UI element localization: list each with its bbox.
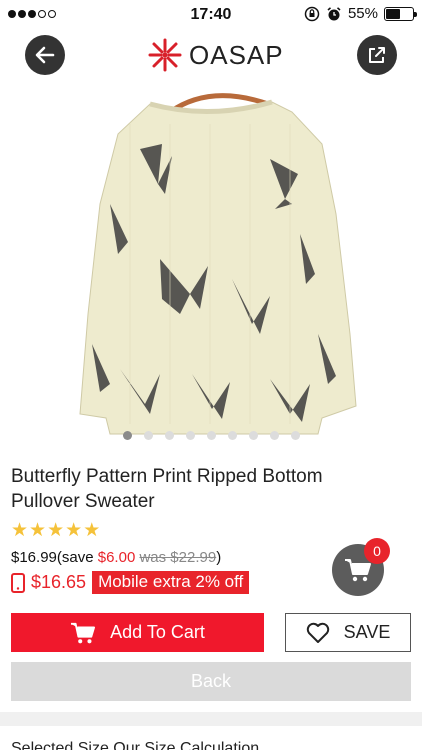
pager-dot[interactable] <box>164 431 174 440</box>
current-price: $16.99 <box>11 549 57 566</box>
mobile-phone-icon <box>11 572 25 593</box>
status-bar: 17:40 55% <box>0 0 422 30</box>
heart-icon <box>306 622 329 643</box>
product-image[interactable] <box>0 84 422 440</box>
section-divider <box>0 712 422 726</box>
pager-dot[interactable] <box>206 431 216 440</box>
battery-percent: 55% <box>347 5 378 22</box>
star-icon: ★ <box>83 520 101 541</box>
pager-dot[interactable] <box>248 431 258 440</box>
was-price: was $22.99 <box>139 549 217 566</box>
cart-count-badge: 0 <box>364 538 390 564</box>
back-arrow-button[interactable] <box>25 35 65 75</box>
star-icon: ★ <box>65 520 83 541</box>
add-to-cart-button[interactable]: Add To Cart <box>11 613 264 652</box>
share-icon <box>369 47 385 63</box>
rating-stars: ★ ★ ★ ★ ★ <box>11 520 100 542</box>
mobile-price: $16.65 <box>31 572 87 592</box>
pager-dot[interactable] <box>290 431 300 440</box>
shopping-cart-icon <box>71 622 96 643</box>
rotation-lock-icon <box>304 6 320 21</box>
share-button[interactable] <box>357 35 397 75</box>
back-button[interactable]: Back <box>11 662 411 701</box>
oasap-logo-icon <box>148 38 182 72</box>
mobile-discount-tag: Mobile extra 2% off <box>92 571 250 594</box>
pager-dot[interactable] <box>227 431 237 440</box>
mobile-price-line: $16.65 Mobile extra 2% off <box>11 571 250 594</box>
arrow-left-icon <box>35 46 55 64</box>
pager-dot[interactable] <box>122 431 132 440</box>
save-button[interactable]: SAVE <box>285 613 411 652</box>
star-icon: ★ <box>29 520 47 541</box>
size-section-heading: Selected Size Our Size Calculation <box>11 740 260 750</box>
brand-name: OASAP <box>189 39 284 70</box>
brand-logo: OASAP <box>148 38 284 72</box>
save-amount: $6.00 <box>97 549 136 566</box>
battery-icon <box>384 6 417 21</box>
save-label: SAVE <box>343 622 391 642</box>
add-to-cart-label: Add To Cart <box>110 622 205 642</box>
product-title: Butterfly Pattern Print Ripped Bottom Pu… <box>11 466 323 512</box>
save-suffix: ) <box>216 549 222 566</box>
pager-dot[interactable] <box>269 431 279 440</box>
price-line: $16.99(save $6.00 was $22.99) <box>11 549 221 566</box>
save-prefix: (save <box>56 549 98 566</box>
alarm-icon <box>327 6 341 20</box>
pager-dot[interactable] <box>143 431 153 440</box>
image-pager[interactable] <box>0 431 422 440</box>
pager-dot[interactable] <box>185 431 195 440</box>
star-icon: ★ <box>11 520 29 541</box>
star-icon: ★ <box>47 520 65 541</box>
